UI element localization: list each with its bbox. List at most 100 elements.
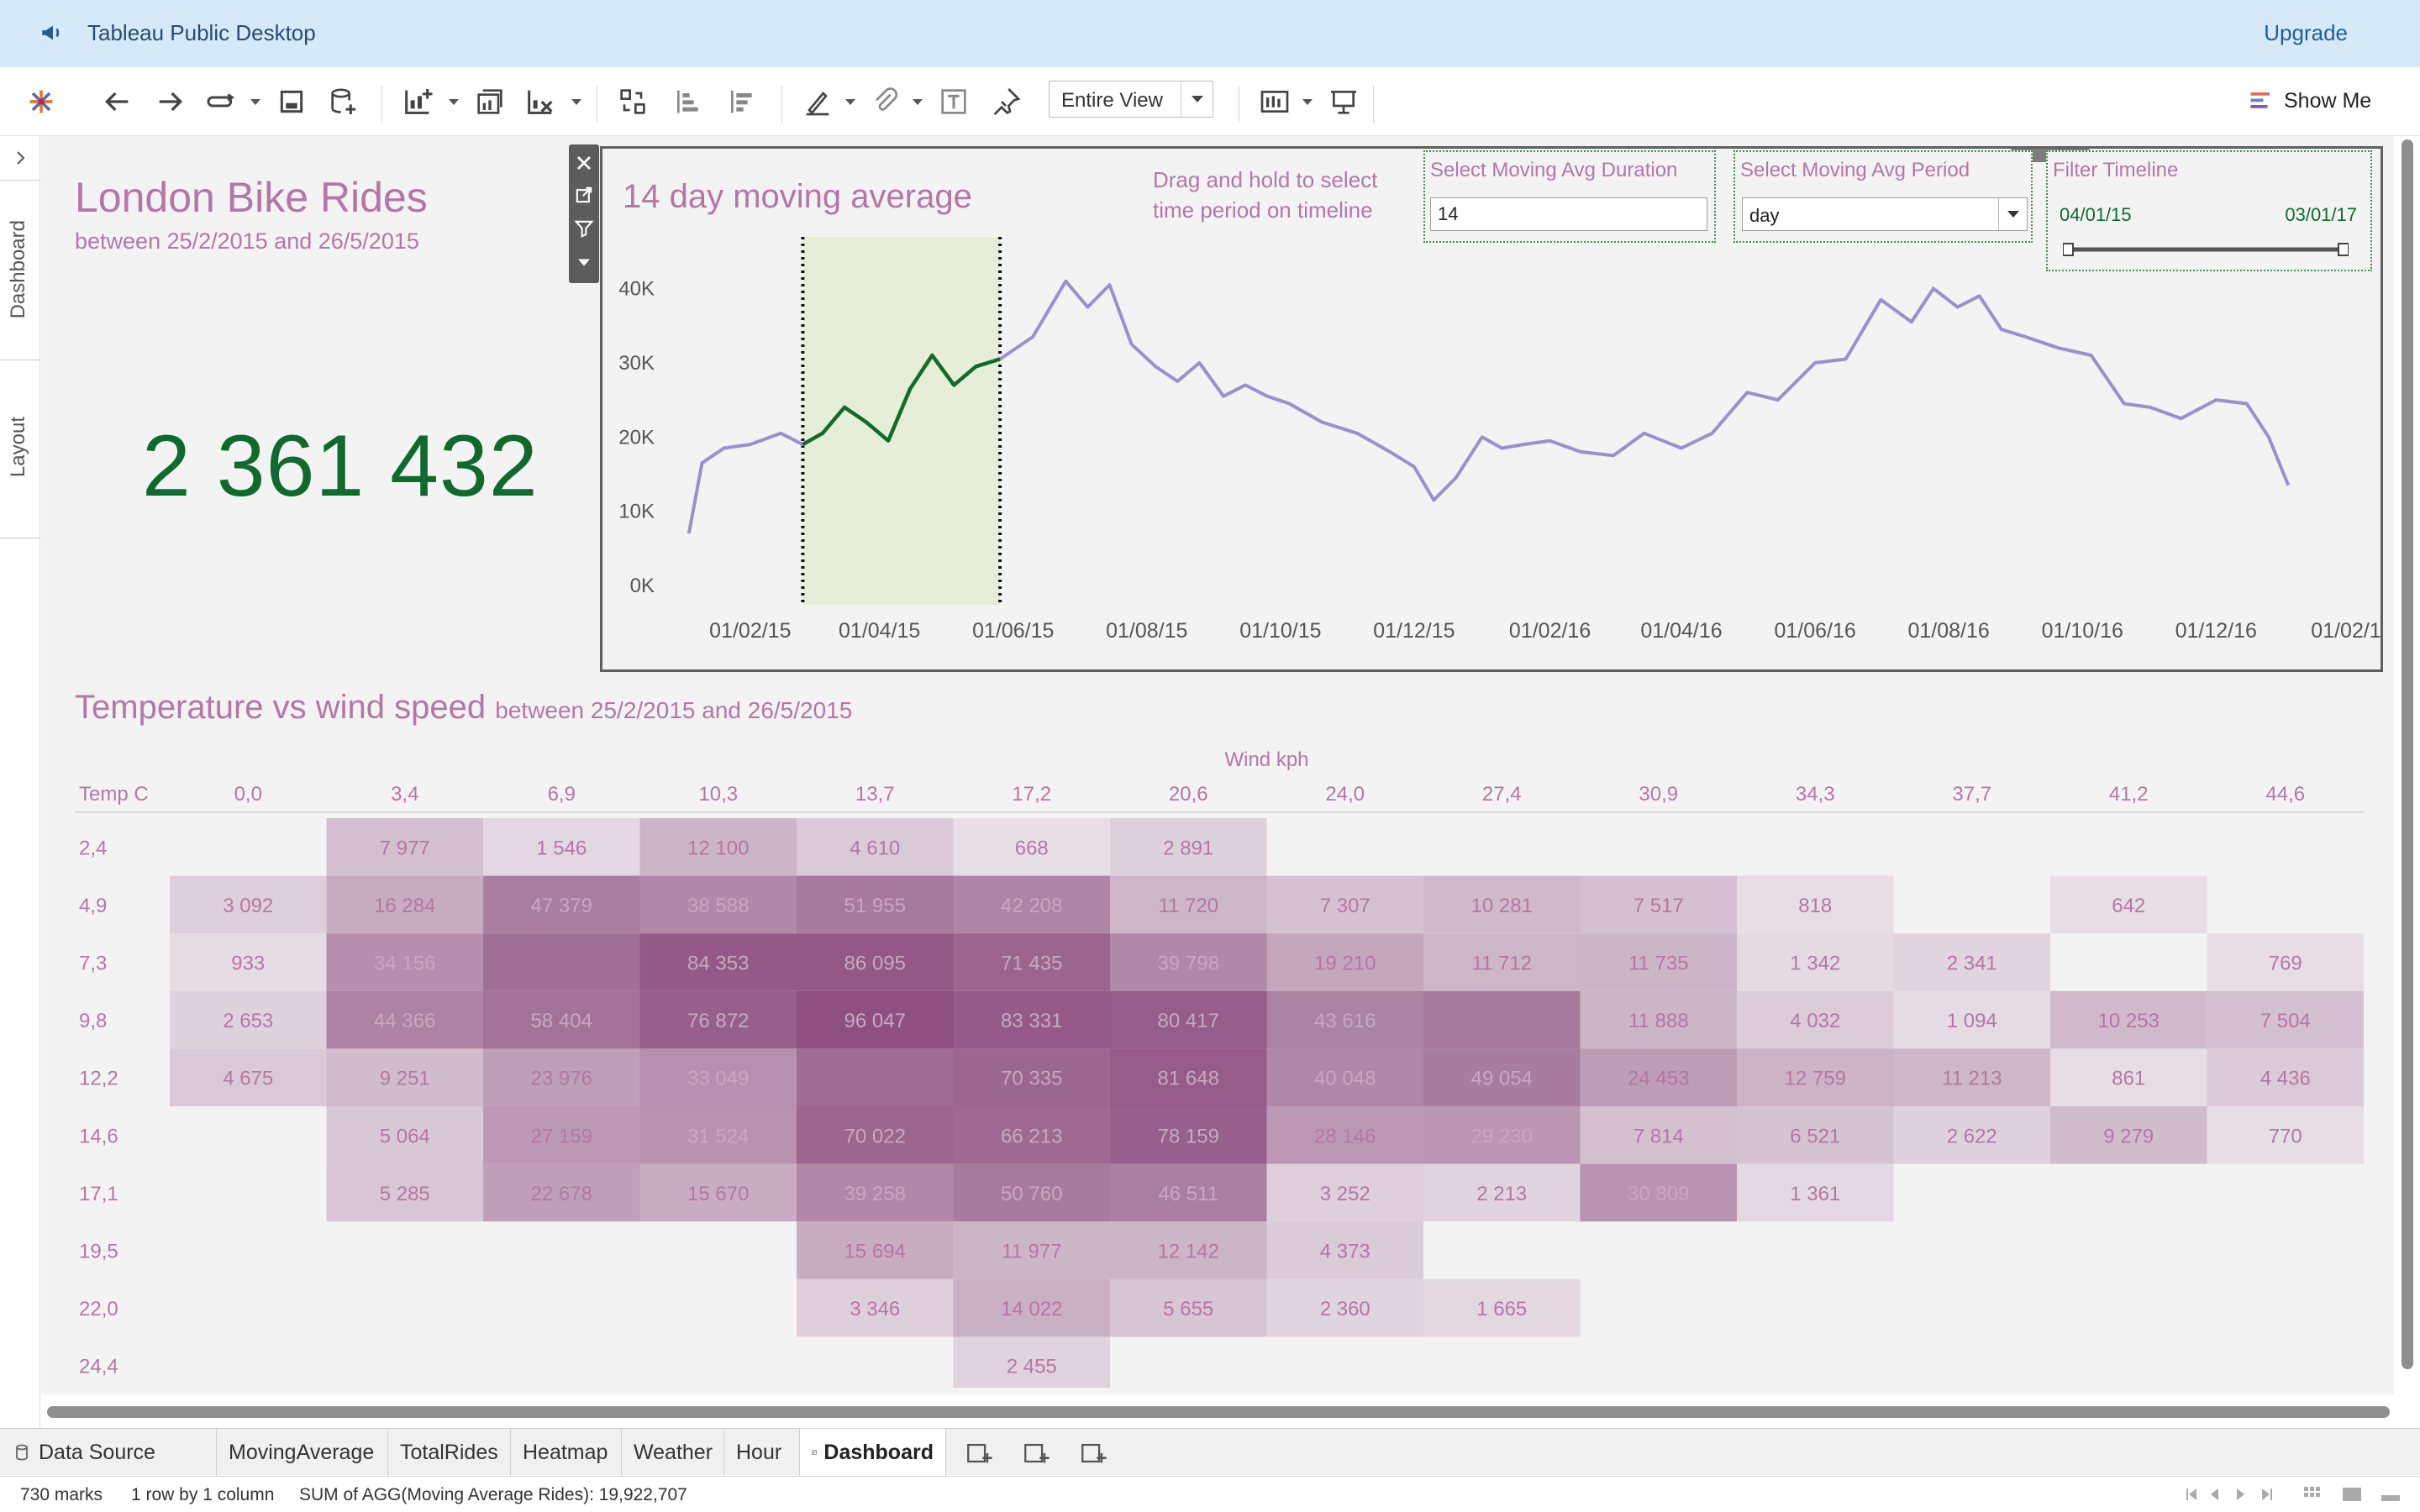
megaphone-icon[interactable] [39, 18, 67, 47]
heatmap-cell-label: 80 417 [1158, 1010, 1219, 1032]
tab-weather[interactable]: Weather [622, 1429, 724, 1476]
tab-dashboard[interactable]: Dashboard [800, 1429, 946, 1476]
heatmap-cell-label: 4 436 [2260, 1068, 2311, 1090]
tab-totalrides[interactable]: TotalRides [388, 1429, 511, 1476]
back-arrow-icon[interactable] [97, 82, 136, 121]
heatmap-cell-label: 1 546 [536, 837, 587, 859]
save-icon[interactable] [272, 82, 311, 121]
sheet-navigation-icons[interactable] [2181, 1485, 2307, 1504]
duplicate-sheet-icon[interactable] [471, 82, 509, 121]
tab-movingaverage[interactable]: MovingAverage [217, 1429, 388, 1476]
heatmap-cell-label: 4 373 [1320, 1241, 1370, 1263]
new-worksheet-tab-icon[interactable] [965, 1439, 993, 1467]
duration-filter-card: Select Moving Avg Duration 14 [1423, 150, 1716, 243]
heatmap-cell[interactable] [797, 1048, 954, 1106]
chevron-right-icon[interactable] [10, 148, 30, 168]
sort-ascending-icon[interactable] [669, 82, 708, 121]
wind-column-header: 0,0 [234, 783, 262, 806]
tab-data-source[interactable]: Data Source [0, 1429, 217, 1476]
new-dashboard-tab-icon[interactable] [1022, 1439, 1050, 1467]
chevron-down-icon[interactable] [1181, 81, 1213, 117]
x-tick-label: 01/06/16 [1774, 619, 1855, 643]
temp-row-header: 2,4 [79, 837, 107, 859]
x-tick-label: 01/04/15 [839, 619, 920, 643]
moving-average-chart[interactable]: 14 day moving average Drag and hold to s… [600, 146, 2383, 672]
tab-hour[interactable]: Hour [724, 1429, 800, 1476]
heatmap-cell-label: 66 213 [1001, 1125, 1062, 1147]
new-story-tab-icon[interactable] [1079, 1439, 1107, 1467]
group-paperclip-icon[interactable] [865, 82, 904, 121]
new-worksheet-dropdown-icon[interactable] [449, 99, 459, 105]
heatmap-cell-label: 15 694 [844, 1241, 906, 1263]
wind-column-header: 27,4 [1482, 783, 1522, 806]
dashboard-canvas: London Bike Rides between 25/2/2015 and … [41, 136, 2394, 1394]
group-dropdown-icon[interactable] [913, 99, 923, 105]
timeline-filter-card: Filter Timeline 04/01/15 03/01/17 [2046, 150, 2372, 271]
clear-dropdown-icon[interactable] [571, 99, 581, 105]
presentation-mode-icon[interactable] [1324, 82, 1363, 121]
highlight-pen-icon[interactable] [798, 82, 837, 121]
heatmap-cell-label: 3 092 [223, 895, 273, 917]
heatmap-cell-label: 10 281 [1471, 895, 1533, 917]
view-mode-select[interactable]: Entire View [1049, 81, 1213, 118]
redo-cycle-icon[interactable] [202, 82, 240, 121]
heatmap-cell[interactable] [1423, 990, 1581, 1049]
heatmap-cell-label: 86 095 [844, 953, 906, 975]
show-me-button[interactable]: Show Me [2249, 84, 2371, 118]
forward-arrow-icon[interactable] [151, 82, 190, 121]
duration-filter-label: Select Moving Avg Duration [1430, 159, 1678, 181]
heatmap-cell-label: 2 213 [1476, 1183, 1527, 1205]
sort-descending-icon[interactable] [723, 82, 761, 121]
heatmap-cell-label: 76 872 [687, 1010, 749, 1032]
show-labels-icon[interactable] [934, 82, 973, 121]
heatmap-cell-label: 1 094 [1947, 1010, 1997, 1032]
y-tick-label: 40K [618, 278, 655, 301]
new-data-source-icon[interactable] [324, 82, 363, 121]
filmstrip-view-icon[interactable] [2341, 1485, 2363, 1504]
y-tick-label: 30K [618, 352, 655, 375]
more-options-icon[interactable] [572, 250, 596, 274]
tab-heatmap[interactable]: Heatmap [511, 1429, 622, 1476]
timeline-range-slider[interactable] [2063, 241, 2349, 258]
heatmap-cell[interactable] [483, 933, 640, 991]
rail-divider [0, 180, 40, 181]
x-tick-label: 01/10/15 [1239, 619, 1321, 643]
tab-view-icon[interactable] [2380, 1485, 2402, 1504]
heatmap-cell-label: 3 346 [850, 1298, 900, 1320]
heatmap-cell-label: 3 252 [1320, 1183, 1370, 1205]
show-cards-icon[interactable] [1255, 82, 1294, 121]
period-select[interactable]: day [1742, 197, 2028, 231]
upgrade-link[interactable]: Upgrade [2264, 20, 2348, 46]
show-cards-dropdown-icon[interactable] [1302, 99, 1313, 105]
layout-pane-tab[interactable]: Layout [7, 417, 30, 477]
temp-row-header: 9,8 [79, 1010, 107, 1032]
pin-icon[interactable] [986, 82, 1025, 121]
heatmap-svg[interactable]: Wind kph Temp C 0,0 3,4 6,9 10,3 13,7 17,2 20,6 2… [41, 749, 2394, 1388]
wind-column-header: 10,3 [698, 783, 738, 806]
tab-label: Hour [736, 1440, 782, 1464]
filter-icon[interactable] [572, 217, 596, 240]
heatmap-cell-label: 30 809 [1628, 1183, 1689, 1205]
heatmap-cell-label: 83 331 [1001, 1010, 1062, 1032]
clear-sheet-icon[interactable] [521, 82, 560, 121]
heatmap-cell-label: 29 230 [1471, 1125, 1533, 1147]
slider-end-handle[interactable] [2338, 243, 2349, 256]
slider-start-handle[interactable] [2063, 243, 2074, 256]
close-icon[interactable] [572, 151, 596, 175]
redo-dropdown-icon[interactable] [250, 99, 260, 105]
highlight-dropdown-icon[interactable] [845, 99, 855, 105]
duration-input[interactable]: 14 [1430, 197, 1707, 231]
heatmap-cell-label: 42 208 [1001, 895, 1062, 917]
heatmap-cell-label: 14 022 [1001, 1298, 1062, 1320]
vertical-scrollbar[interactable] [2402, 139, 2413, 1369]
swap-rows-columns-icon[interactable] [613, 82, 652, 121]
tab-label: TotalRides [400, 1440, 498, 1464]
tableau-logo-icon[interactable] [22, 82, 60, 121]
go-to-sheet-icon[interactable] [572, 183, 596, 207]
new-worksheet-icon[interactable] [398, 82, 437, 121]
horizontal-scrollbar[interactable] [47, 1406, 2390, 1418]
grid-view-icon[interactable] [2302, 1485, 2321, 1504]
heatmap-cell-label: 933 [231, 953, 265, 975]
dashboard-pane-tab[interactable]: Dashboard [7, 220, 30, 318]
chevron-down-icon[interactable] [1998, 198, 2027, 230]
